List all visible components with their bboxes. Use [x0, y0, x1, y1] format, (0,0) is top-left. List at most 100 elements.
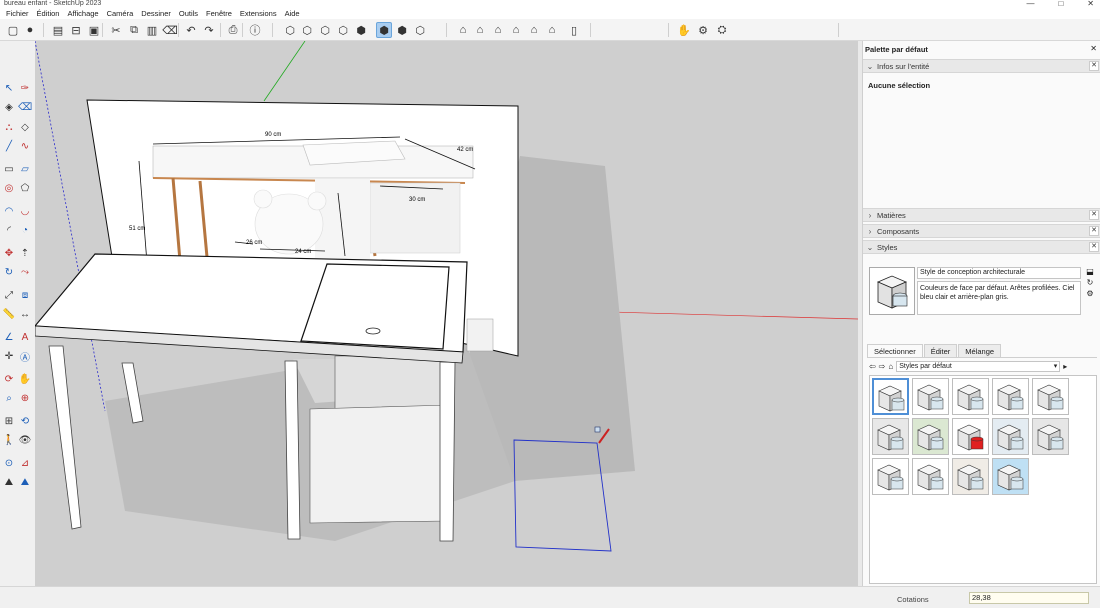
style-thumbnail[interactable] [872, 418, 909, 455]
menu-help[interactable]: Aide [281, 9, 304, 18]
materials-header[interactable]: › Matières ✕ [863, 208, 1100, 222]
tag-icon[interactable]: ⛬ [2, 120, 16, 134]
close-section-icon[interactable]: ✕ [1089, 242, 1099, 252]
style-thumbnail[interactable] [872, 378, 909, 415]
tray-close-icon[interactable]: ✕ [1090, 44, 1097, 53]
home-icon[interactable]: ⌂ [888, 362, 893, 371]
menu-window[interactable]: Fenêtre [202, 9, 236, 18]
style-thumbnail[interactable] [992, 458, 1029, 495]
settings-gear-icon[interactable]: ⚙ [695, 22, 711, 38]
rotate-icon[interactable]: ↻ [2, 266, 16, 280]
style-thumbnail[interactable] [992, 378, 1029, 415]
update-style-icon[interactable]: ↻ [1087, 278, 1094, 287]
save-style-icon[interactable]: ⬓ [1086, 267, 1094, 276]
zoom-extents-icon[interactable]: ⊞ [2, 414, 16, 428]
bottom-view-icon[interactable]: ⌂ [544, 22, 560, 38]
sandbox-icon[interactable]: ⛰ [2, 476, 16, 490]
polygon-icon[interactable]: ⬠ [18, 182, 32, 196]
style-thumbnail[interactable] [912, 418, 949, 455]
zoom-window-icon[interactable]: ⊕ [18, 392, 32, 406]
extension-warehouse-icon[interactable]: ⛭ [714, 22, 730, 38]
style-thumbnail[interactable] [952, 458, 989, 495]
style-thumbnail[interactable] [992, 418, 1029, 455]
style-thumbnail[interactable] [952, 378, 989, 415]
axes-icon[interactable]: ✛ [2, 350, 16, 364]
lasso-icon[interactable]: ✑ [18, 81, 32, 95]
eraser-icon[interactable]: ⌫ [18, 101, 32, 115]
walk-icon[interactable]: 🚶 [2, 434, 16, 448]
freehand-icon[interactable]: ∿ [18, 140, 32, 154]
style-name-field[interactable]: Style de conception architecturale [917, 267, 1081, 279]
eraser-alt-icon[interactable]: ◇ [18, 120, 32, 134]
xray-style-icon[interactable]: ⬡ [282, 22, 298, 38]
sandbox-alt-icon[interactable]: ⛰ [18, 476, 32, 490]
dimension-icon[interactable]: ↔ [18, 308, 32, 322]
close-section-icon[interactable]: ✕ [1089, 61, 1099, 71]
pie-icon[interactable]: ◔ [18, 224, 32, 238]
style-thumbnail[interactable] [1032, 418, 1069, 455]
create-style-icon[interactable]: ⚙ [1086, 289, 1093, 298]
style-thumbnail[interactable] [912, 378, 949, 415]
measurements-input[interactable]: 28,38 [969, 592, 1089, 604]
back-view-icon[interactable]: ⌂ [508, 22, 524, 38]
look-around-icon[interactable]: 👁 [18, 434, 32, 448]
minimize-button[interactable]: — [1026, 0, 1034, 7]
right-view-icon[interactable]: ⌂ [490, 22, 506, 38]
top-view-icon[interactable]: ⌂ [455, 22, 471, 38]
model-info-icon[interactable]: ⓘ [247, 22, 263, 38]
wireframe-style-icon[interactable]: ⬡ [317, 22, 333, 38]
menu-camera[interactable]: Caméra [103, 9, 138, 18]
save-icon[interactable]: ▣ [86, 22, 102, 38]
select-icon[interactable]: ↖ [2, 81, 16, 95]
pan-icon[interactable]: ✋ [18, 372, 32, 386]
redo-icon[interactable]: ↷ [201, 22, 217, 38]
tab-edit[interactable]: Éditer [923, 344, 958, 357]
menu-edit[interactable]: Édition [33, 9, 64, 18]
previous-view-icon[interactable]: ⟲ [18, 414, 32, 428]
tape-measure-icon[interactable]: 📏 [2, 308, 16, 322]
style-thumbnail[interactable] [912, 458, 949, 495]
paint-bucket-icon[interactable]: ◈ [2, 101, 16, 115]
components-header[interactable]: › Composants ✕ [863, 224, 1100, 238]
drawing-viewport[interactable]: 90 cm 42 cm 51 cm 30 cm 26 cm 24 cm [35, 41, 858, 586]
open-icon[interactable]: ▤ [50, 22, 66, 38]
3d-text-icon[interactable]: Ⓐ [18, 350, 32, 364]
shaded-textures-style-icon[interactable]: ⬢ [376, 22, 392, 38]
move-icon[interactable]: ✥ [2, 246, 16, 260]
copy-icon[interactable]: ⧉ [126, 22, 142, 38]
paste-icon[interactable]: ▥ [144, 22, 160, 38]
three-point-arc-icon[interactable]: ◜ [2, 224, 16, 238]
menu-tools[interactable]: Outils [175, 9, 202, 18]
two-point-arc-icon[interactable]: ◡ [18, 204, 32, 218]
shaded-style-icon[interactable]: ⬢ [353, 22, 369, 38]
back-edges-style-icon[interactable]: ⬡ [299, 22, 315, 38]
pencil-line-icon[interactable]: ╱ [2, 140, 16, 154]
follow-me-icon[interactable]: ⤳ [18, 266, 32, 280]
menu-file[interactable]: Fichier [2, 9, 33, 18]
maximize-button[interactable]: □ [1058, 0, 1063, 7]
details-arrow-icon[interactable]: ▸ [1063, 362, 1067, 371]
menu-view[interactable]: Affichage [63, 9, 102, 18]
styles-header[interactable]: ⌄ Styles ✕ [863, 240, 1100, 254]
entity-info-header[interactable]: ⌄ Infos sur l'entité ✕ [863, 59, 1100, 73]
menu-extensions[interactable]: Extensions [236, 9, 281, 18]
open-folder-icon[interactable]: ⊟ [68, 22, 84, 38]
new-file-icon[interactable]: ▢ [5, 22, 21, 38]
style-description-field[interactable]: Couleurs de face par défaut. Arêtes prof… [917, 281, 1081, 315]
pan-hand-icon[interactable]: ✋ [676, 22, 692, 38]
close-button[interactable]: ✕ [1087, 0, 1094, 7]
close-section-icon[interactable]: ✕ [1089, 226, 1099, 236]
menu-draw[interactable]: Dessiner [137, 9, 175, 18]
tab-mix[interactable]: Mélange [958, 344, 1002, 357]
iso-view-icon[interactable]: ⬡ [412, 22, 428, 38]
close-section-icon[interactable]: ✕ [1089, 210, 1099, 220]
hidden-line-style-icon[interactable]: ⬡ [335, 22, 351, 38]
delete-icon[interactable]: ⌫ [162, 22, 178, 38]
forward-arrow-icon[interactable]: ⇨ [879, 362, 886, 371]
zoom-icon[interactable]: ⌕ [2, 392, 16, 406]
style-thumbnail[interactable] [952, 418, 989, 455]
rectangle-icon[interactable]: ▭ [2, 162, 16, 176]
push-pull-icon[interactable]: ⇡ [18, 246, 32, 260]
library-dropdown[interactable]: Styles par défaut [896, 361, 1061, 372]
protractor-icon[interactable]: ∠ [2, 330, 16, 344]
